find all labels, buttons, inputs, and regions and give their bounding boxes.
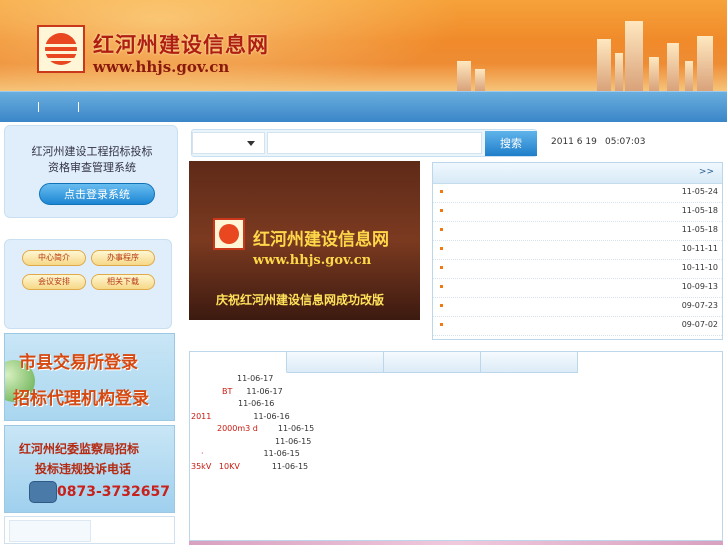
list-item-date: 11-06-15 bbox=[277, 424, 315, 433]
news-date: 11-05-18 bbox=[681, 206, 718, 215]
tab-4[interactable] bbox=[481, 352, 578, 373]
bullet-icon bbox=[440, 228, 443, 231]
news-item[interactable]: 11-05-24 bbox=[433, 184, 722, 203]
bullet-icon bbox=[440, 285, 443, 288]
news-item[interactable]: 11-05-18 bbox=[433, 222, 722, 241]
news-date: 09-07-02 bbox=[681, 320, 718, 329]
list-item[interactable]: · 11-06-15 bbox=[201, 449, 300, 458]
menu-item-center-intro[interactable]: 中心简介 bbox=[22, 250, 86, 266]
news-panel: >> 11-05-24 11-05-18 11-05-18 10-11-11 1… bbox=[432, 162, 723, 340]
site-logo-icon bbox=[213, 218, 245, 250]
featured-banner-image[interactable]: 红河州建设信息网 www.hhjs.gov.cn 庆祝红河州建设信息网成功改版 bbox=[189, 161, 420, 320]
complaint-hotline-banner[interactable]: 红河州纪委监察局招标 投标违规投诉电话 0873-3732657 bbox=[4, 425, 175, 513]
telephone-icon bbox=[29, 481, 57, 503]
site-header: 红河州建设信息网 www.hhjs.gov.cn bbox=[0, 0, 727, 91]
feature-caption: 庆祝红河州建设信息网成功改版 bbox=[216, 293, 385, 307]
agency-login-link[interactable]: 招标代理机构登录 bbox=[13, 384, 149, 409]
search-input[interactable] bbox=[267, 132, 482, 154]
menu-item-meetings[interactable]: 会议安排 bbox=[22, 274, 86, 290]
list-item-date: 11-06-15 bbox=[263, 449, 300, 458]
list-item-prefix: 2000m3 d bbox=[217, 424, 258, 433]
list-item-prefix: 2011 bbox=[191, 412, 212, 421]
news-item[interactable]: 10-11-10 bbox=[433, 260, 722, 279]
login-system-button[interactable]: 点击登录系统 bbox=[39, 183, 155, 205]
news-date: 11-05-18 bbox=[681, 225, 718, 234]
bottom-decorative-strip bbox=[189, 541, 723, 545]
widget-tab[interactable] bbox=[9, 520, 91, 542]
login-panel-title-line2: 资格审查管理系统 bbox=[48, 161, 136, 174]
county-exchange-login-link[interactable]: 市县交易所登录 bbox=[19, 348, 138, 373]
main-nav-bar bbox=[0, 91, 727, 122]
list-item-date: 11-06-15 bbox=[271, 462, 309, 471]
search-bar: 搜索 bbox=[191, 129, 537, 157]
list-item-date: 11-06-16 bbox=[238, 399, 275, 408]
tab-1[interactable] bbox=[190, 352, 287, 373]
nav-separator bbox=[78, 102, 79, 112]
bullet-icon bbox=[440, 190, 443, 193]
quick-menu-panel: 中心简介 办事程序 会议安排 相关下载 bbox=[4, 239, 172, 329]
list-item[interactable]: 35kV 10KV 11-06-15 bbox=[191, 462, 308, 471]
site-title: 红河州建设信息网 bbox=[93, 32, 269, 57]
list-item-date: 11-06-15 bbox=[275, 437, 312, 446]
current-time: 05:07:03 bbox=[605, 137, 646, 147]
news-item[interactable]: 10-09-13 bbox=[433, 279, 722, 298]
list-item-date: 11-06-16 bbox=[253, 412, 290, 421]
list-item[interactable]: BT 11-06-17 bbox=[222, 387, 283, 396]
bottom-left-widget bbox=[4, 516, 175, 544]
menu-item-procedures[interactable]: 办事程序 bbox=[91, 250, 155, 266]
logo-stripe bbox=[44, 58, 78, 61]
news-panel-header: >> bbox=[433, 163, 722, 184]
news-date: 10-11-11 bbox=[681, 244, 718, 253]
list-item-prefix: 35kV 10KV bbox=[191, 462, 240, 471]
hotline-title-line1: 红河州纪委监察局招标 bbox=[19, 442, 140, 456]
list-item[interactable]: 2000m3 d 11-06-15 bbox=[217, 424, 314, 433]
hotline-title-line2: 投标违规投诉电话 bbox=[35, 462, 132, 476]
search-category-select[interactable] bbox=[192, 132, 265, 154]
news-item[interactable]: 10-11-11 bbox=[433, 241, 722, 260]
news-date: 10-11-10 bbox=[681, 263, 718, 272]
site-url: www.hhjs.gov.cn bbox=[93, 58, 230, 76]
bullet-icon bbox=[440, 266, 443, 269]
chevron-down-icon bbox=[247, 141, 255, 146]
login-panel-title-line1: 红河州建设工程招标投标 bbox=[31, 145, 153, 158]
news-date: 09-07-23 bbox=[681, 301, 718, 310]
news-item[interactable]: 11-05-18 bbox=[433, 203, 722, 222]
bullet-icon bbox=[440, 323, 443, 326]
exchange-login-banner[interactable]: 市县交易所登录 招标代理机构登录 bbox=[4, 333, 175, 421]
list-item[interactable]: 11-06-17 bbox=[237, 374, 273, 383]
menu-item-downloads[interactable]: 相关下载 bbox=[91, 274, 155, 290]
tab-3[interactable] bbox=[384, 352, 481, 373]
feature-url: www.hhjs.gov.cn bbox=[253, 253, 372, 268]
news-item[interactable]: 09-07-23 bbox=[433, 298, 722, 317]
news-item[interactable]: 09-07-02 bbox=[433, 317, 722, 336]
tab-2[interactable] bbox=[287, 352, 384, 373]
current-date: 2011 6 19 bbox=[551, 137, 597, 147]
nav-separator bbox=[38, 102, 39, 112]
logo-stripe bbox=[44, 51, 78, 54]
site-logo-icon[interactable] bbox=[37, 25, 85, 73]
list-item-date: 11-06-17 bbox=[246, 387, 283, 396]
city-skyline-image bbox=[427, 11, 727, 91]
news-date: 11-05-24 bbox=[681, 187, 718, 196]
bullet-icon bbox=[440, 304, 443, 307]
bullet-icon bbox=[440, 247, 443, 250]
feature-title: 红河州建设信息网 bbox=[253, 230, 389, 250]
list-item-prefix: BT bbox=[222, 387, 233, 396]
list-item[interactable]: 2011 11-06-16 bbox=[191, 412, 290, 421]
announcements-tab-panel: 11-06-17 BT 11-06-17 11-06-16 2011 11-06-1… bbox=[189, 351, 723, 541]
list-item-date: 11-06-17 bbox=[237, 374, 274, 383]
list-item-prefix: · bbox=[201, 449, 204, 458]
hotline-phone-number: 0873-3732657 bbox=[57, 484, 170, 500]
list-item[interactable]: 11-06-15 bbox=[275, 437, 311, 446]
news-date: 10-09-13 bbox=[681, 282, 718, 291]
bullet-icon bbox=[440, 209, 443, 212]
logo-stripe bbox=[44, 44, 78, 47]
list-item[interactable]: 11-06-16 bbox=[238, 399, 274, 408]
more-news-link[interactable]: >> bbox=[699, 167, 714, 177]
login-panel: 红河州建设工程招标投标 资格审查管理系统 点击登录系统 bbox=[4, 125, 178, 218]
search-button[interactable]: 搜索 bbox=[485, 131, 537, 156]
